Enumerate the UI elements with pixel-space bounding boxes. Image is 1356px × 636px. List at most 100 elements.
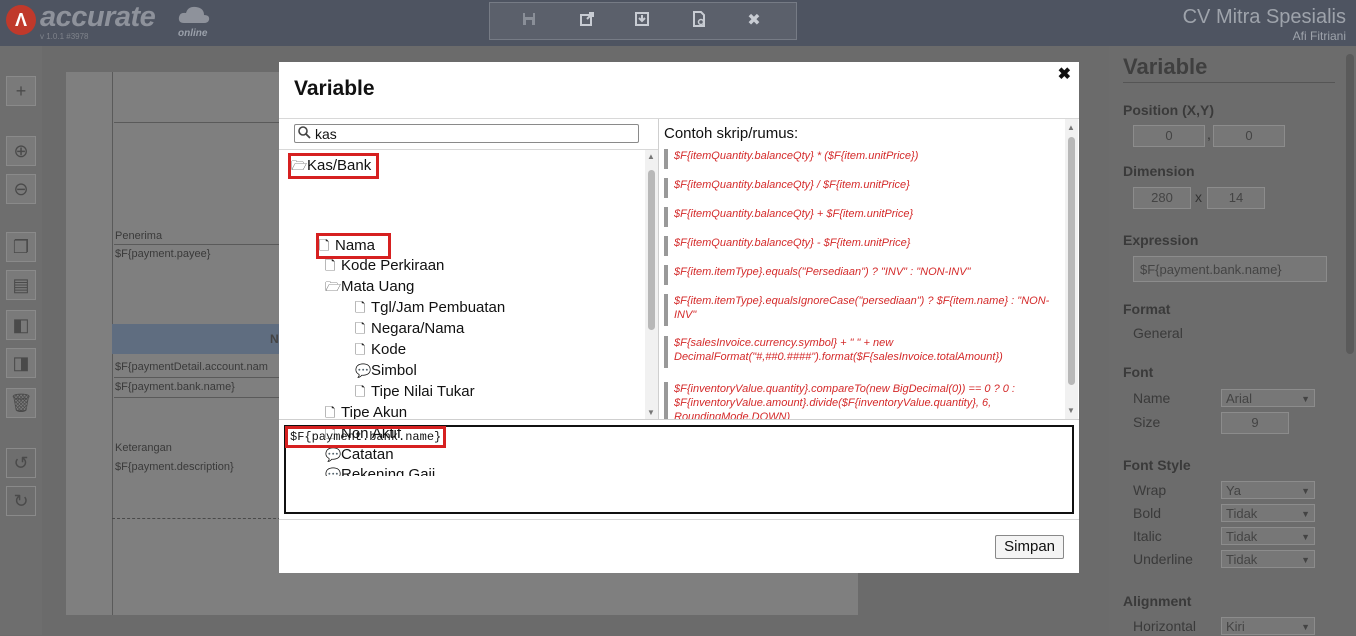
tree-node-simbol[interactable]: 💬Simbol [355, 361, 417, 381]
wrap-select[interactable]: Ya ▼ [1221, 481, 1315, 499]
example-item[interactable]: $F{item.itemType}.equals("Persediaan") ?… [664, 265, 1064, 285]
folder-open-icon: 🗁 [325, 279, 342, 294]
scroll-down-icon[interactable]: ▼ [1067, 406, 1075, 415]
example-text: $F{item.itemType}.equalsIgnoreCase("pers… [674, 295, 1050, 321]
tree-node-tipe-akun[interactable]: 🗋 Tipe Akun [325, 403, 407, 423]
italic-value: Tidak [1226, 529, 1258, 544]
redo-icon[interactable]: ↻ [6, 486, 36, 516]
format-value[interactable]: General [1133, 325, 1183, 341]
scroll-up-icon[interactable]: ▲ [1067, 123, 1075, 132]
tree-node-label: Kode Perkiraan [341, 257, 445, 274]
account-field[interactable]: $F{paymentDetail.account.nam [115, 361, 268, 373]
underline-value: Tidak [1226, 552, 1258, 567]
zoom-out-icon[interactable]: ⊖ [6, 174, 36, 204]
font-name-select[interactable]: Arial ▼ [1221, 389, 1315, 407]
scroll-thumb[interactable] [648, 170, 655, 330]
bring-front-icon[interactable]: ◧ [6, 310, 36, 340]
bold-select[interactable]: Tidak ▼ [1221, 504, 1315, 522]
example-text: $F{itemQuantity.balanceQty} * ($F{item.u… [674, 150, 919, 162]
download-icon[interactable] [631, 11, 653, 31]
tree-node-tipe-nilai-tukar[interactable]: 🗋 Tipe Nilai Tukar [355, 382, 475, 402]
export-icon[interactable] [576, 11, 598, 31]
expression-input[interactable]: $F{payment.bank.name} [1133, 256, 1327, 282]
tree-node-tgl-jam[interactable]: 🗋 Tgl/Jam Pembuatan [355, 298, 505, 318]
position-label: Position (X,Y) [1123, 102, 1214, 118]
example-item[interactable]: $F{itemQuantity.balanceQty} * ($F{item.u… [664, 149, 1064, 169]
panel-scrollbar[interactable] [1346, 54, 1354, 354]
example-item[interactable]: $F{itemQuantity.balanceQty} - $F{item.un… [664, 236, 1064, 256]
chevron-down-icon: ▼ [1301, 486, 1310, 496]
logo-mark-icon: Λ [6, 5, 36, 35]
add-icon[interactable]: + [6, 76, 36, 106]
properties-panel: Variable Position (X,Y) 0 , 0 Dimension … [1109, 46, 1356, 635]
example-item[interactable]: $F{itemQuantity.balanceQty} / $F{item.un… [664, 178, 1064, 198]
position-y-input[interactable]: 0 [1213, 125, 1285, 147]
undo-icon[interactable]: ↺ [6, 448, 36, 478]
tree-scrollbar[interactable]: ▲ ▼ [645, 150, 658, 419]
band-label: N [270, 332, 279, 346]
tree-node-negara-nama[interactable]: 🗋 Negara/Nama [355, 319, 464, 339]
panel-title: Variable [1123, 54, 1208, 79]
examples-scrollbar[interactable]: ▲ ▼ [1065, 119, 1078, 419]
underline-label: Underline [1133, 551, 1193, 567]
horizontal-select[interactable]: Kiri ▼ [1221, 617, 1315, 635]
example-text: $F{item.itemType}.equals("Persediaan") ?… [674, 266, 971, 278]
copy-icon[interactable]: ❐ [6, 232, 36, 262]
send-back-icon[interactable]: ◨ [6, 348, 36, 378]
scroll-up-icon[interactable]: ▲ [647, 152, 655, 161]
cloud-icon [178, 6, 210, 23]
payee-field[interactable]: $F{payment.payee} [115, 248, 210, 260]
zoom-in-icon[interactable]: ⊕ [6, 136, 36, 166]
save-button[interactable]: Simpan [995, 535, 1064, 559]
scroll-thumb[interactable] [1068, 137, 1075, 385]
pane-divider [279, 419, 1079, 420]
tree-node-kode[interactable]: 🗋 Kode [355, 340, 406, 360]
alignment-label: Alignment [1123, 593, 1192, 609]
tree-node-kode-perkiraan[interactable]: 🗋 Kode Perkiraan [325, 256, 444, 276]
wrap-value: Ya [1226, 483, 1241, 498]
folder-open-icon: 🗁 [291, 158, 308, 173]
save-icon[interactable] [518, 11, 540, 31]
canvas-line [114, 244, 284, 245]
designer-toolbar: ✖ [489, 2, 797, 40]
example-item[interactable]: $F{item.itemType}.equalsIgnoreCase("pers… [664, 294, 1064, 326]
file-icon: 🗋 [325, 405, 336, 420]
tree-node-label: Tgl/Jam Pembuatan [371, 299, 506, 316]
description-field[interactable]: $F{payment.description} [115, 461, 234, 473]
tree-node-mata-uang[interactable]: 🗁Mata Uang [325, 277, 414, 297]
bank-field[interactable]: $F{payment.bank.name} [115, 381, 235, 393]
tree-node-nama-frame[interactable]: 🗋 Nama [315, 233, 392, 259]
preview-icon[interactable] [688, 11, 710, 31]
expression-editor[interactable]: $F{payment.bank.name} [284, 425, 1074, 514]
underline-select[interactable]: Tidak ▼ [1221, 550, 1315, 568]
variable-dialog: Variable ✖ 🗁Kas/Bank 🗋Nama 🗋Kode Perkira… [279, 62, 1079, 573]
example-item[interactable]: $F{itemQuantity.balanceQty} + $F{item.un… [664, 207, 1064, 227]
canvas-line [114, 377, 284, 378]
close-icon[interactable]: ✖ [743, 11, 765, 31]
top-bar: Λ accurate v 1.0.1 #3978 online ✖ CV Mit… [0, 0, 1356, 46]
dialog-footer-divider [279, 519, 1079, 520]
keterangan-label[interactable]: Keterangan [115, 442, 172, 454]
font-size-input[interactable]: 9 [1221, 412, 1289, 434]
example-item[interactable]: $F{salesInvoice.currency.symbol} + " " +… [664, 336, 1064, 368]
search-input[interactable] [315, 125, 635, 142]
tree-node-label: Kas/Bank [307, 157, 372, 174]
close-icon[interactable]: ✖ [1058, 64, 1071, 84]
example-text: $F{inventoryValue.quantity}.compareTo(ne… [674, 383, 1015, 419]
italic-select[interactable]: Tidak ▼ [1221, 527, 1315, 545]
dimension-width-input[interactable]: 280 [1133, 187, 1191, 209]
paste-icon[interactable]: ▤ [6, 270, 36, 300]
chevron-down-icon: ▼ [1301, 509, 1310, 519]
position-x-input[interactable]: 0 [1133, 125, 1205, 147]
scroll-down-icon[interactable]: ▼ [647, 408, 655, 417]
dimension-height-input[interactable]: 14 [1207, 187, 1265, 209]
tree-node-kas-bank[interactable]: 🗁Kas/Bank [287, 153, 380, 179]
expression-text[interactable]: $F{payment.bank.name} [284, 426, 447, 448]
variable-search[interactable] [294, 124, 639, 143]
dimension-label: Dimension [1123, 163, 1195, 179]
examples-pane: Contoh skrip/rumus: $F{itemQuantity.bala… [659, 119, 1079, 419]
delete-icon[interactable]: 🗑 [6, 388, 36, 418]
format-label: Format [1123, 301, 1171, 317]
penerima-label[interactable]: Penerima [115, 230, 162, 242]
example-item[interactable]: $F{inventoryValue.quantity}.compareTo(ne… [664, 382, 1064, 419]
